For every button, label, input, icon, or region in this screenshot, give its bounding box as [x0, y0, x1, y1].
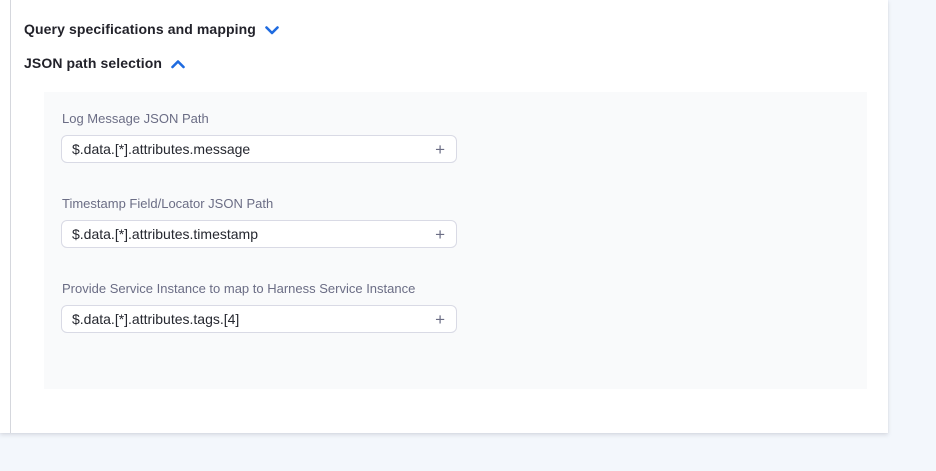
field-service-instance-json-path: Provide Service Instance to map to Harne… [61, 281, 850, 333]
field-label: Provide Service Instance to map to Harne… [62, 281, 850, 296]
timestamp-json-path-input[interactable] [72, 226, 434, 242]
vertical-divider [10, 0, 11, 433]
plus-icon[interactable]: + [434, 311, 446, 328]
section-header-json-path-selection[interactable]: JSON path selection [24, 55, 185, 71]
log-message-json-path-input-container: + [61, 135, 457, 163]
service-instance-json-path-input-container: + [61, 305, 457, 333]
json-path-selection-panel: Log Message JSON Path + Timestamp Field/… [44, 92, 867, 389]
section-header-query-specifications[interactable]: Query specifications and mapping [24, 21, 279, 37]
plus-icon[interactable]: + [434, 141, 446, 158]
plus-icon[interactable]: + [434, 226, 446, 243]
chevron-down-icon [265, 26, 279, 35]
field-label: Timestamp Field/Locator JSON Path [62, 196, 850, 211]
chevron-up-icon [171, 60, 185, 69]
service-instance-json-path-input[interactable] [72, 311, 434, 327]
section-title: Query specifications and mapping [24, 21, 256, 37]
timestamp-json-path-input-container: + [61, 220, 457, 248]
field-label: Log Message JSON Path [62, 111, 850, 126]
field-log-message-json-path: Log Message JSON Path + [61, 111, 850, 163]
field-timestamp-json-path: Timestamp Field/Locator JSON Path + [61, 196, 850, 248]
log-message-json-path-input[interactable] [72, 141, 434, 157]
section-title: JSON path selection [24, 55, 162, 71]
settings-card: Query specifications and mapping JSON pa… [0, 0, 888, 433]
